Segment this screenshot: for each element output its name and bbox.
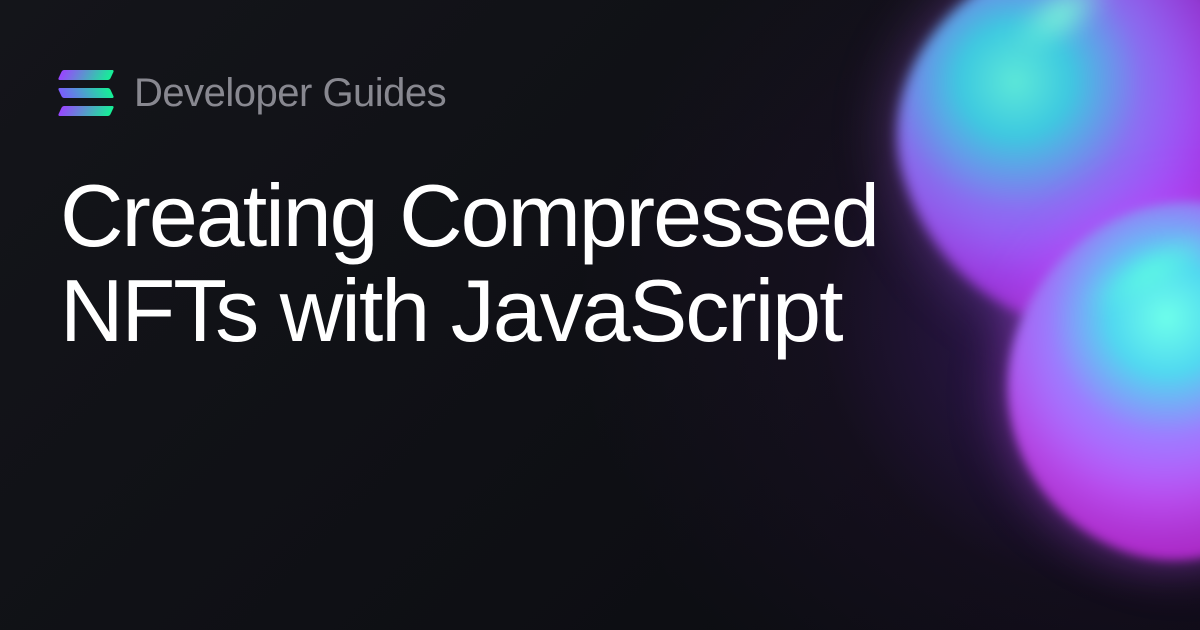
solana-logo-icon: [60, 70, 112, 116]
header: Developer Guides: [60, 70, 1140, 116]
page-category: Developer Guides: [134, 71, 446, 116]
content-area: Developer Guides Creating Compressed NFT…: [0, 0, 1200, 428]
page-title: Creating Compressed NFTs with JavaScript: [60, 168, 1010, 358]
